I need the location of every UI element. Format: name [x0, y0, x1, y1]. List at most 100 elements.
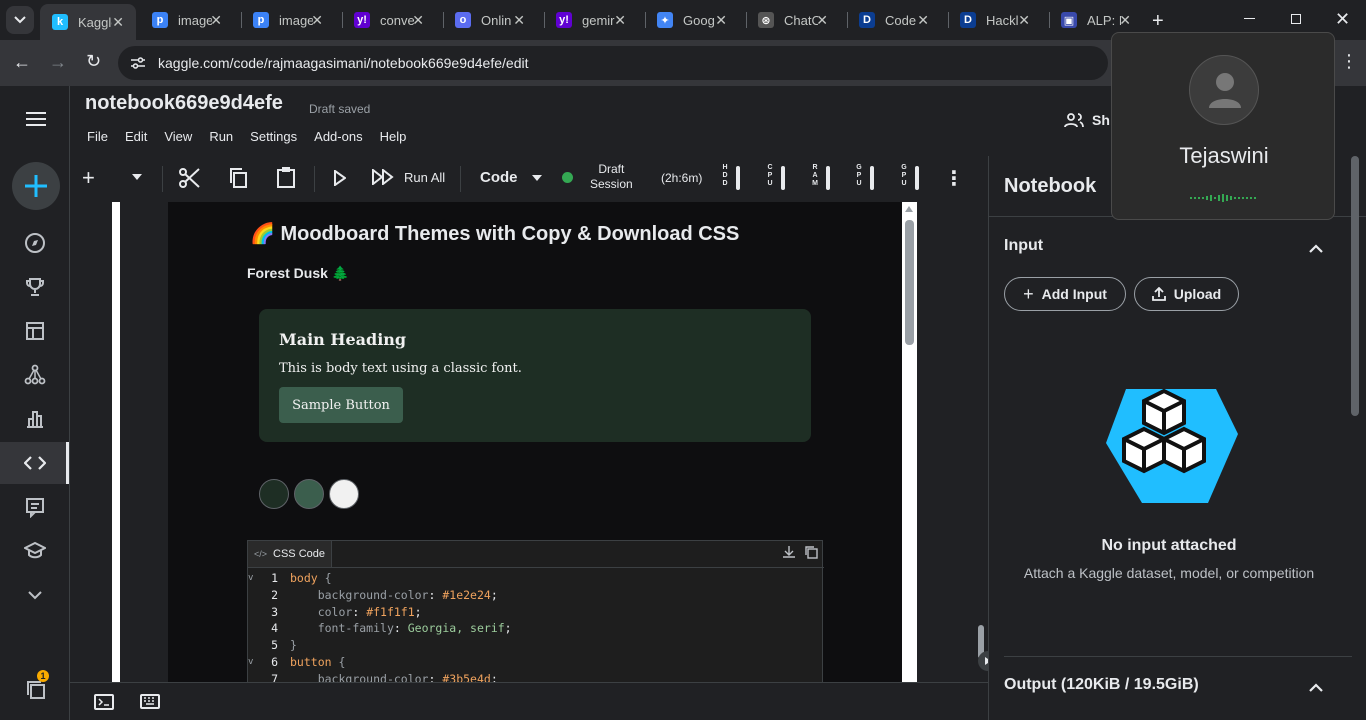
line-number: 5 [271, 638, 278, 653]
url-omnibox[interactable]: kaggle.com/code/rajmaagasimani/notebook6… [118, 46, 1108, 80]
fold-chevron-icon[interactable]: v [248, 657, 253, 667]
site-settings-icon[interactable] [130, 56, 146, 70]
browser-tab[interactable]: o Onlin ✕ [447, 6, 537, 34]
cut-button[interactable] [178, 167, 202, 189]
close-tab-icon[interactable]: ✕ [816, 12, 828, 29]
close-tab-icon[interactable]: ✕ [917, 12, 929, 29]
tab-search-button[interactable] [6, 6, 34, 34]
menu-settings[interactable]: Settings [250, 129, 297, 144]
code-nav-item-active[interactable] [0, 442, 69, 484]
close-tab-icon[interactable]: ✕ [614, 12, 626, 29]
run-cell-button[interactable] [334, 170, 346, 186]
close-tab-icon[interactable]: ✕ [513, 12, 525, 29]
close-tab-icon[interactable]: ✕ [210, 12, 222, 29]
browser-tab[interactable]: p image ✕ [245, 6, 335, 34]
alp-icon: ▣ [1061, 12, 1077, 28]
person-icon [1209, 73, 1241, 108]
color-swatches [259, 479, 359, 509]
models-network-icon[interactable] [22, 362, 48, 388]
run-all-button[interactable]: Run All [372, 169, 445, 185]
menu-run[interactable]: Run [209, 129, 233, 144]
more-options-icon[interactable]: ⋮ [944, 166, 964, 191]
browser-menu-icon[interactable]: ⋮ [1340, 51, 1358, 72]
chevron-down-icon [14, 16, 26, 24]
browser-tab[interactable]: y! gemir ✕ [548, 6, 638, 34]
explore-compass-icon[interactable] [22, 230, 48, 256]
new-tab-button[interactable]: + [1152, 10, 1164, 33]
benchmarks-chart-icon[interactable] [22, 406, 48, 432]
fold-chevron-icon[interactable]: v [248, 573, 253, 583]
notebook-title[interactable]: notebook669e9d4efe [85, 92, 283, 115]
menu-help[interactable]: Help [380, 129, 407, 144]
menu-edit[interactable]: Edit [125, 129, 147, 144]
browser-tab[interactable]: D Hackl ✕ [952, 6, 1042, 34]
menu-view[interactable]: View [164, 129, 192, 144]
browser-tab[interactable]: D Code ✕ [851, 6, 941, 34]
browser-tab[interactable]: y! conve ✕ [346, 6, 436, 34]
code-brackets-icon [24, 456, 46, 470]
output-chevron-up-icon[interactable] [1309, 679, 1323, 697]
browser-tab[interactable]: k Kaggle✕ [40, 4, 136, 40]
browser-tab[interactable]: ✦ Goog ✕ [649, 6, 739, 34]
add-cell-dropdown[interactable] [132, 174, 142, 180]
download-icon[interactable] [782, 545, 798, 561]
minimize-button[interactable] [1244, 18, 1255, 19]
sample-button[interactable]: Sample Button [279, 387, 403, 423]
menu-file[interactable]: File [87, 129, 108, 144]
upload-button[interactable]: Upload [1134, 277, 1239, 311]
browser-tab[interactable]: ⊛ ChatC ✕ [750, 6, 840, 34]
plus-icon: + [1023, 283, 1034, 304]
tab-title: Kaggle [78, 14, 112, 30]
close-tab-icon[interactable]: ✕ [311, 12, 323, 29]
code-tab[interactable]: </> CSS Code [248, 541, 332, 567]
add-input-button[interactable]: + Add Input [1004, 277, 1126, 311]
keyboard-icon[interactable] [140, 694, 160, 709]
fast-forward-icon [372, 169, 394, 185]
close-tab-icon[interactable]: ✕ [1018, 12, 1030, 29]
code-divider [248, 567, 824, 568]
url-text[interactable]: kaggle.com/code/rajmaagasimani/notebook6… [158, 55, 528, 71]
close-tab-icon[interactable]: ✕ [1119, 12, 1131, 29]
output-section-header[interactable]: Output (120KiB / 19.5GiB) [1004, 676, 1199, 694]
chevron-up-icon[interactable] [1309, 240, 1323, 258]
menu-add-ons[interactable]: Add-ons [314, 129, 362, 144]
cell-type-select[interactable]: Code [480, 169, 542, 186]
browser-tab[interactable]: p image ✕ [144, 6, 234, 34]
learn-graduation-icon[interactable] [22, 538, 48, 564]
competitions-trophy-icon[interactable] [22, 274, 48, 300]
copy-code-icon[interactable] [804, 545, 820, 561]
discussions-icon[interactable] [22, 494, 48, 520]
restore-button[interactable] [1291, 14, 1301, 24]
browser-tab[interactable]: ▣ ALP: I ✕ [1053, 6, 1143, 34]
close-window-button[interactable]: ✕ [1335, 9, 1350, 30]
scroll-up-arrow[interactable] [905, 206, 913, 212]
empty-input-title: No input attached [1101, 537, 1237, 554]
color-swatch [259, 479, 289, 509]
online-icon: o [455, 12, 471, 28]
forward-button[interactable]: → [49, 52, 67, 73]
copy-button[interactable] [228, 167, 248, 189]
upload-icon [1151, 287, 1166, 301]
back-button[interactable]: ← [13, 52, 31, 73]
panel-scrollbar[interactable] [1351, 156, 1359, 416]
play-icon [334, 170, 346, 186]
reload-button[interactable]: ↻ [86, 51, 101, 72]
datasets-table-icon[interactable] [22, 318, 48, 344]
d-icon: D [960, 12, 976, 28]
input-section-header[interactable]: Input [1004, 237, 1043, 255]
close-tab-icon[interactable]: ✕ [715, 12, 727, 29]
add-cell-button[interactable]: + [82, 165, 95, 191]
close-tab-icon[interactable]: ✕ [112, 14, 124, 31]
hamburger-menu-icon[interactable] [26, 112, 46, 126]
code-line: background-color: #1e2e24; [317, 587, 498, 602]
session-label[interactable]: Draft Session [590, 162, 633, 192]
paste-button[interactable] [276, 166, 296, 188]
close-tab-icon[interactable]: ✕ [412, 12, 424, 29]
gpu-meter [870, 166, 874, 190]
terminal-icon[interactable] [94, 694, 114, 710]
ram-label: RAM [812, 164, 818, 187]
output-scroll-thumb[interactable] [905, 220, 914, 345]
more-chevron-down-icon[interactable] [22, 582, 48, 608]
share-button[interactable]: Sh [1064, 106, 1110, 134]
create-button[interactable] [12, 162, 60, 210]
